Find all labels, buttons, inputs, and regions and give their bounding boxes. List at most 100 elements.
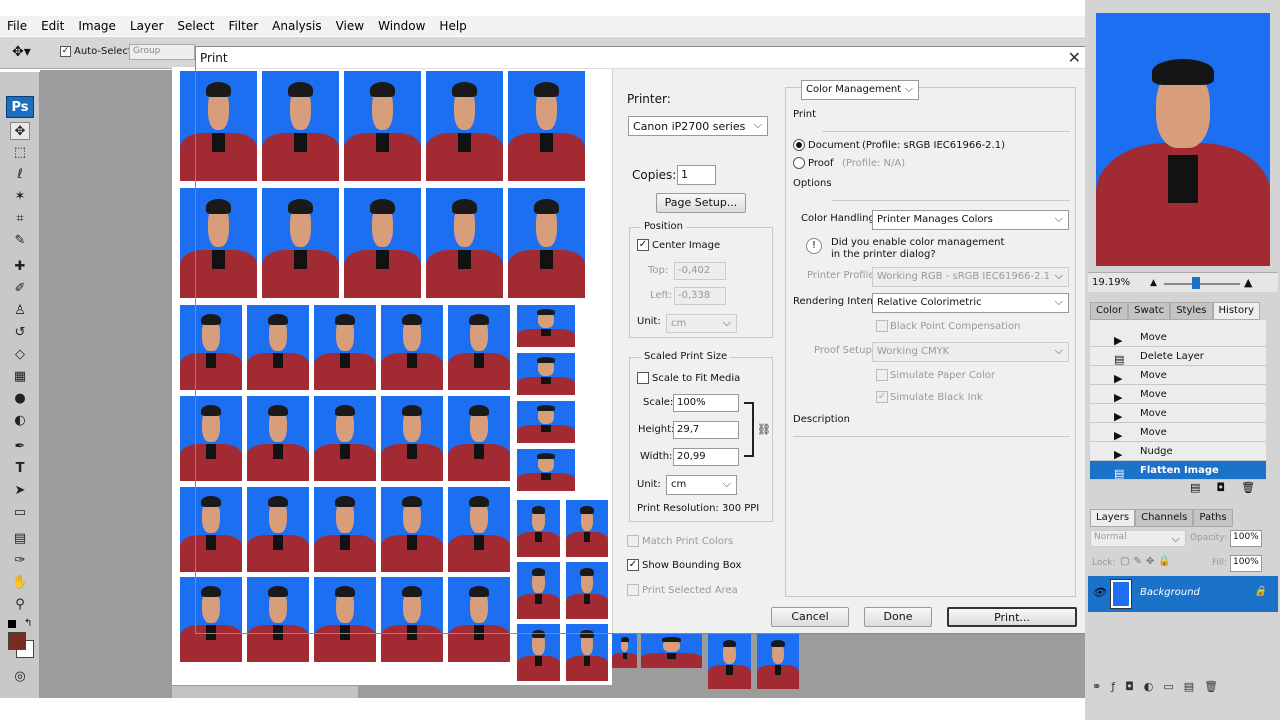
quick-mask-icon[interactable]: ◎ — [10, 668, 30, 686]
eraser-tool-icon[interactable]: ◇ — [10, 346, 30, 364]
scale-to-fit-checkbox[interactable] — [637, 372, 649, 384]
auto-select-group-dropdown[interactable]: Group — [129, 44, 195, 60]
zoom-tool-icon[interactable]: ⚲ — [10, 596, 30, 614]
link-chain-icon[interactable]: ⛓ — [757, 423, 771, 436]
layer-visibility-eye-icon[interactable]: 👁 — [1092, 586, 1106, 599]
menu-edit[interactable]: Edit — [34, 19, 71, 33]
center-image-checkbox[interactable]: ✓ — [637, 239, 649, 251]
tab-swatches[interactable]: Swatc — [1128, 302, 1171, 320]
eyedropper-sample-icon[interactable]: ✑ — [10, 552, 30, 570]
zoom-slider-thumb[interactable] — [1192, 277, 1200, 289]
color-management-dropdown[interactable]: Color Management — [801, 80, 919, 100]
tab-styles[interactable]: Styles — [1170, 302, 1213, 320]
simulate-paper-checkbox[interactable] — [876, 369, 888, 381]
history-item[interactable]: ▤ Delete Layer — [1090, 347, 1266, 366]
brush-tool-icon[interactable]: ✐ — [10, 280, 30, 298]
history-item[interactable]: ▶ Move — [1090, 385, 1266, 404]
layers-footer-icons[interactable]: ⚭ƒ◘◐▭▤🗑 — [1092, 680, 1228, 693]
marquee-tool-icon[interactable]: ⬚ — [10, 144, 30, 162]
proof-setup-dropdown[interactable]: Working CMYK — [872, 342, 1069, 362]
fill-input[interactable]: 100% — [1230, 555, 1262, 572]
pen-tool-icon[interactable]: ✒ — [10, 438, 30, 456]
scale-input[interactable]: 100% — [673, 394, 739, 412]
width-input[interactable]: 20,99 — [673, 448, 739, 466]
clone-stamp-icon[interactable]: ♙ — [10, 302, 30, 320]
move-tool-icon[interactable]: ✥ — [10, 122, 30, 140]
blend-mode-dropdown[interactable]: Normal — [1090, 530, 1186, 547]
cancel-button[interactable]: Cancel — [771, 607, 849, 627]
preview-collar — [1168, 155, 1198, 203]
history-brush-icon[interactable]: ↺ — [10, 324, 30, 342]
menu-image[interactable]: Image — [71, 19, 123, 33]
swap-colors-icon[interactable]: ↰ — [24, 618, 32, 629]
default-colors-icon[interactable] — [8, 620, 16, 628]
print-selected-area-checkbox[interactable] — [627, 584, 639, 596]
crop-tool-icon[interactable]: ⌗ — [10, 210, 30, 228]
zoom-out-icon[interactable]: ▲ — [1150, 278, 1157, 288]
page-setup-button[interactable]: Page Setup... — [656, 193, 746, 213]
tab-color[interactable]: Color — [1090, 302, 1129, 320]
document-radio[interactable] — [793, 139, 805, 151]
history-item[interactable]: ▶ Move — [1090, 328, 1266, 347]
history-item[interactable]: ▶ Nudge — [1090, 442, 1266, 461]
left-input[interactable]: -0,338 — [674, 287, 726, 305]
history-item[interactable]: ▶ Move — [1090, 366, 1266, 385]
menu-analysis[interactable]: Analysis — [265, 19, 328, 33]
eyedropper-tool-icon[interactable]: ✎ — [10, 232, 30, 250]
menu-help[interactable]: Help — [432, 19, 473, 33]
healing-brush-icon[interactable]: ✚ — [10, 258, 30, 276]
history-footer-icons[interactable]: ▤◘🗑 — [1190, 481, 1271, 494]
copies-input[interactable]: 1 — [677, 165, 716, 185]
type-tool-icon[interactable]: T — [10, 460, 30, 478]
navigator-zoom[interactable]: 19.19% — [1092, 277, 1130, 288]
layer-thumbnail — [1110, 579, 1132, 609]
notes-tool-icon[interactable]: ▤ — [10, 530, 30, 548]
blur-tool-icon[interactable]: ● — [10, 390, 30, 408]
history-item[interactable]: ▶ Move — [1090, 423, 1266, 442]
menu-window[interactable]: Window — [371, 19, 432, 33]
rendering-intent-dropdown[interactable]: Relative Colorimetric — [872, 293, 1069, 313]
done-button[interactable]: Done — [864, 607, 932, 627]
menu-layer[interactable]: Layer — [123, 19, 170, 33]
color-handling-dropdown[interactable]: Printer Manages Colors — [872, 210, 1069, 230]
tab-paths[interactable]: Paths — [1193, 509, 1233, 527]
close-icon[interactable]: ✕ — [1068, 48, 1081, 67]
dodge-tool-icon[interactable]: ◐ — [10, 412, 30, 430]
history-item[interactable]: ▶ Move — [1090, 404, 1266, 423]
printer-profile-dropdown[interactable]: Working RGB - sRGB IEC61966-2.1 — [872, 267, 1069, 287]
move-tool-icon[interactable]: ✥▾ — [12, 44, 31, 60]
simulate-black-checkbox[interactable]: ✓ — [876, 391, 888, 403]
proof-radio[interactable] — [793, 157, 805, 169]
height-input[interactable]: 29,7 — [673, 421, 739, 439]
zoom-slider-track[interactable] — [1164, 283, 1240, 285]
black-point-checkbox[interactable] — [876, 320, 888, 332]
magic-wand-icon[interactable]: ✶ — [10, 188, 30, 206]
menu-file[interactable]: File — [0, 19, 34, 33]
print-button[interactable]: Print... — [947, 607, 1077, 627]
top-input[interactable]: -0,402 — [674, 262, 726, 280]
position-unit-dropdown[interactable]: cm — [666, 314, 737, 333]
printer-dropdown[interactable]: Canon iP2700 series — [628, 116, 768, 136]
history-item-selected[interactable]: ▤ Flatten Image — [1090, 461, 1266, 480]
tab-history[interactable]: History — [1212, 302, 1261, 320]
auto-select-checkbox[interactable]: ✓ — [60, 46, 71, 57]
tab-channels[interactable]: Channels — [1135, 509, 1194, 527]
lasso-tool-icon[interactable]: ℓ — [10, 166, 30, 184]
tab-layers[interactable]: Layers — [1090, 509, 1136, 527]
show-bounding-box-checkbox[interactable]: ✓ — [627, 559, 639, 571]
path-selection-icon[interactable]: ➤ — [10, 482, 30, 500]
menu-select[interactable]: Select — [170, 19, 221, 33]
hand-tool-icon[interactable]: ✋ — [10, 574, 30, 592]
zoom-in-icon[interactable]: ▲ — [1244, 276, 1252, 289]
opacity-input[interactable]: 100% — [1230, 530, 1262, 547]
menu-filter[interactable]: Filter — [221, 19, 265, 33]
print-resolution-label: Print Resolution: 300 PPI — [637, 503, 760, 514]
lock-icons[interactable]: ▢✎✥🔒 — [1120, 556, 1175, 567]
shape-tool-icon[interactable]: ▭ — [10, 504, 30, 522]
menu-view[interactable]: View — [329, 19, 371, 33]
gradient-tool-icon[interactable]: ▦ — [10, 368, 30, 386]
scaled-unit-dropdown[interactable]: cm — [666, 475, 737, 495]
match-print-colors-checkbox[interactable] — [627, 535, 639, 547]
foreground-color-swatch[interactable] — [8, 632, 26, 650]
layer-row-background[interactable]: 👁 Background 🔒 — [1088, 576, 1278, 612]
